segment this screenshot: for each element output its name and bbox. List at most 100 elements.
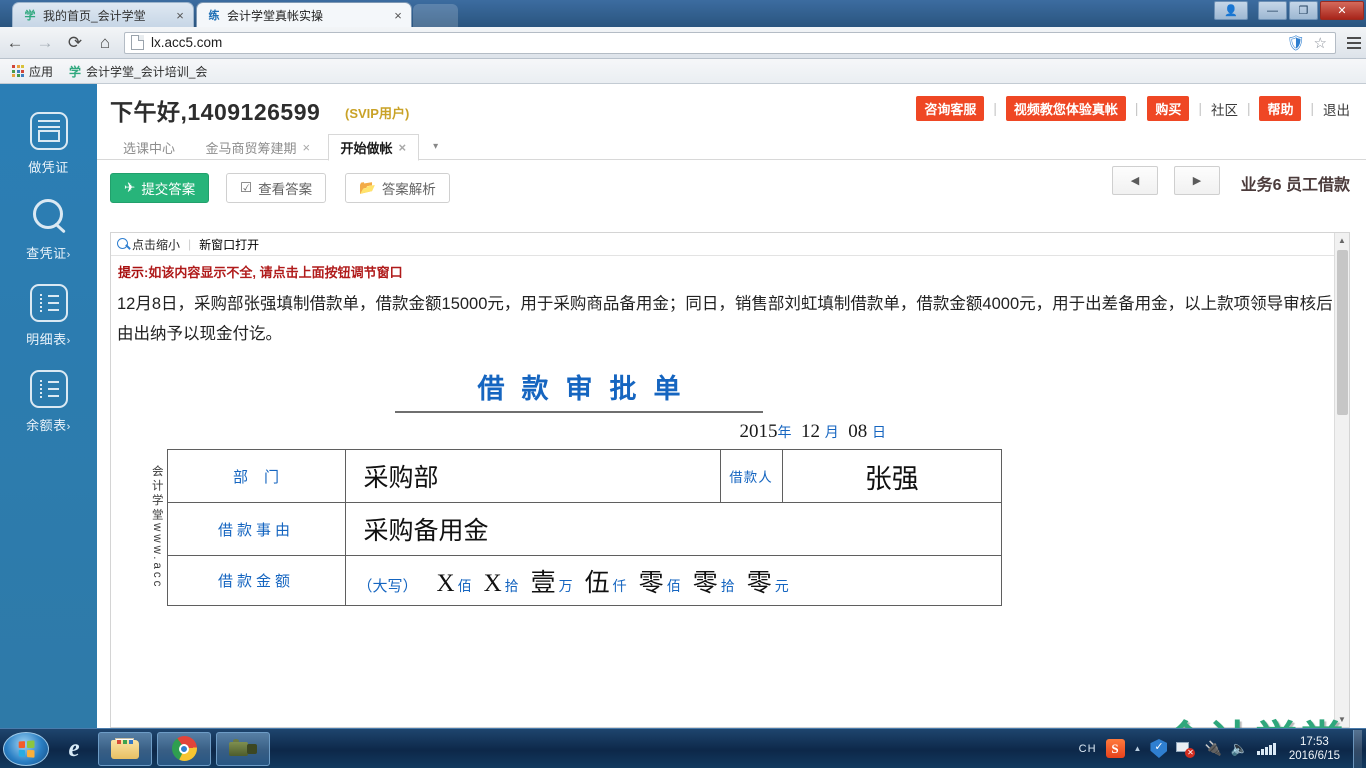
sidebar-item-balance-table-label: 余额表	[26, 418, 67, 433]
reason-label: 借款事由	[166, 502, 346, 556]
address-bar[interactable]: lx.acc5.com 🛡 ☆	[124, 31, 1336, 54]
ime-indicator[interactable]: CH	[1079, 743, 1097, 755]
reload-icon[interactable]: ⟳	[60, 28, 90, 58]
bookmark-star-icon[interactable]: ☆	[1314, 34, 1327, 52]
file-explorer-icon[interactable]	[98, 731, 152, 766]
chevron-down-icon[interactable]: ▾	[424, 133, 448, 160]
chevron-right-icon: ›	[66, 249, 71, 261]
clock[interactable]: 17:53 2016/6/15	[1285, 735, 1344, 763]
view-answer-button[interactable]: ☑ 查看答案	[226, 173, 327, 203]
back-icon[interactable]: ←	[0, 28, 30, 58]
scroll-up-icon[interactable]: ▲	[1335, 233, 1349, 248]
task-title: 业务6 员工借款	[1240, 177, 1350, 194]
show-hidden-icons-icon[interactable]: ▲	[1134, 744, 1142, 753]
submit-answer-button[interactable]: ✈ 提交答案	[110, 173, 210, 203]
logout-link[interactable]: 退出	[1323, 99, 1350, 119]
browser-tab-2[interactable]: 练 会计学堂真帐实操 ×	[196, 2, 412, 27]
browser-menu-icon[interactable]	[1342, 36, 1366, 49]
consult-service-button[interactable]: 咨询客服	[916, 96, 985, 121]
purchase-button[interactable]: 购买	[1147, 96, 1190, 121]
amount-digit-4: 零	[638, 569, 664, 597]
open-new-window-link[interactable]: 新窗口打开	[199, 236, 259, 253]
sidebar-item-balance-table[interactable]: 余额表›	[0, 370, 97, 434]
scrollbar-thumb[interactable]	[1337, 250, 1348, 415]
dept-value: 采购部	[344, 449, 721, 503]
folder-icon: 📂	[359, 180, 376, 195]
close-icon[interactable]: ×	[391, 9, 405, 22]
signal-bars-icon[interactable]	[1257, 742, 1276, 755]
new-tab-button[interactable]	[413, 4, 458, 27]
chrome-icon[interactable]	[157, 731, 211, 766]
network-error-icon[interactable]: ✕	[1176, 741, 1196, 758]
answer-analysis-button[interactable]: 📂 答案解析	[345, 173, 450, 203]
header-links: 咨询客服 | 视频教您体验真帐 | 购买 | 社区 | 帮助 | 退出	[916, 96, 1350, 121]
tab-jinma-company[interactable]: 金马商贸筹建期 ×	[192, 133, 323, 160]
document-toolbar: 点击缩小 | 新窗口打开	[111, 233, 1349, 256]
system-tray: CH S ▲ ✕ 🔌 🔈 17:53 2016/6/15	[1079, 729, 1366, 768]
maximize-button[interactable]: ❐	[1289, 1, 1318, 20]
close-icon[interactable]: ×	[302, 140, 310, 155]
divider: |	[1134, 101, 1139, 116]
form-date-day-unit: 日	[872, 426, 886, 441]
help-button[interactable]: 帮助	[1259, 96, 1302, 121]
forward-icon[interactable]: →	[30, 28, 60, 58]
page-content: 做凭证 查凭证› 明细表› 余额表› 下午好,1409126599 (SVIP用…	[0, 84, 1366, 728]
submit-icon: ✈	[124, 180, 136, 195]
tab-start-bookkeeping[interactable]: 开始做帐 ×	[327, 134, 420, 161]
tab-strip: 学 我的首页_会计学堂 × 练 会计学堂真帐实操 ×	[0, 0, 1366, 27]
sidebar-item-search-voucher[interactable]: 查凭证›	[0, 198, 97, 262]
amount-digit-3: 伍	[584, 569, 610, 597]
video-tutorial-button[interactable]: 视频教您体验真帐	[1005, 96, 1126, 121]
close-window-button[interactable]: ✕	[1320, 1, 1364, 20]
amount-unit-6: 元	[774, 577, 789, 594]
amount-digit-6: 零	[746, 569, 772, 597]
show-desktop-button[interactable]	[1353, 729, 1362, 768]
sidebar-item-voucher[interactable]: 做凭证	[0, 112, 97, 176]
divider: |	[993, 101, 997, 116]
bookmark-item-1-label: 会计学堂_会计培训_会	[86, 64, 208, 79]
windows-taskbar: e CH S ▲ ✕ 🔌 🔈 17:53 2016/6/15	[0, 728, 1366, 768]
reason-value: 采购备用金	[344, 502, 1002, 556]
document-scrollbar[interactable]: ▲ ▼	[1334, 233, 1349, 727]
windows-orb-icon[interactable]	[3, 731, 49, 766]
greeting-text: 下午好,1409126599	[110, 99, 321, 125]
browser-tab-1[interactable]: 学 我的首页_会计学堂 ×	[12, 2, 194, 27]
hint-body: :如该内容显示不全, 请点击上面按钮调节窗口	[144, 265, 403, 280]
bookmark-item-1[interactable]: 学 会计学堂_会计培训_会	[64, 61, 212, 82]
user-avatar-button[interactable]: 👤	[1214, 1, 1248, 20]
power-plug-icon[interactable]: 🔌	[1204, 740, 1221, 757]
amount-digit-2: 壹	[530, 569, 556, 597]
check-icon: ☑	[240, 180, 253, 195]
close-icon[interactable]: ×	[173, 9, 187, 22]
scroll-down-icon[interactable]: ▼	[1335, 712, 1349, 727]
shield-icon[interactable]: 🛡	[1287, 34, 1306, 52]
internet-explorer-icon[interactable]: e	[55, 735, 93, 763]
volume-icon[interactable]: 🔈	[1231, 740, 1248, 757]
camera-recorder-icon[interactable]	[216, 731, 270, 766]
close-icon[interactable]: ×	[399, 140, 407, 155]
app-sidebar: 做凭证 查凭证› 明细表› 余额表›	[0, 84, 97, 728]
prev-task-button[interactable]: ◀	[1112, 166, 1158, 195]
sidebar-item-detail-table[interactable]: 明细表›	[0, 284, 97, 348]
form-date-month: 12	[801, 421, 820, 442]
view-answer-label: 查看答案	[258, 182, 313, 197]
amount-digit-1: X	[483, 569, 502, 597]
apps-shortcut[interactable]: 应用	[7, 61, 58, 82]
apps-label: 应用	[29, 64, 54, 79]
amount-unit-3: 仟	[612, 577, 627, 594]
minimize-button[interactable]: —	[1258, 1, 1287, 20]
loan-form-table: 会计学堂www.acc 部门 采购部 借款人 张强 借款事由 采购备用金 借款金…	[147, 449, 1003, 606]
dept-label: 部门	[166, 449, 346, 503]
form-date-year-unit: 年	[777, 426, 792, 441]
next-task-button[interactable]: ▶	[1174, 166, 1220, 195]
browser-tab-1-title: 我的首页_会计学堂	[43, 8, 146, 23]
sogou-ime-icon[interactable]: S	[1105, 739, 1125, 758]
tab-course-center[interactable]: 选课中心	[110, 133, 188, 160]
answer-analysis-label: 答案解析	[381, 182, 436, 197]
home-icon[interactable]: ⌂	[90, 28, 120, 58]
xue-icon: 学	[24, 10, 36, 22]
community-link[interactable]: 社区	[1211, 99, 1238, 119]
amount-unit-4: 佰	[666, 577, 681, 594]
security-shield-icon[interactable]	[1150, 739, 1168, 758]
zoom-out-link[interactable]: 点击缩小	[117, 236, 180, 253]
